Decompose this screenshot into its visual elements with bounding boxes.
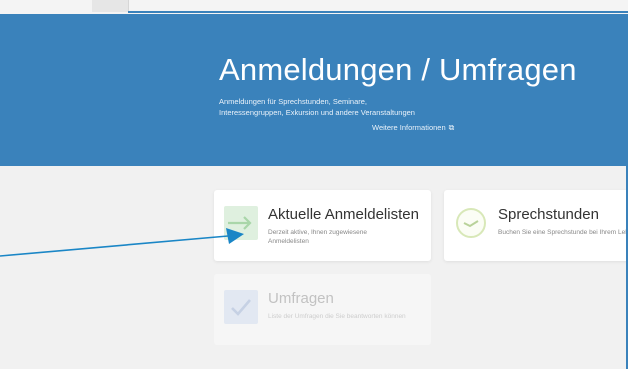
card-current-registration-lists[interactable]: Aktuelle Anmeldelisten Derzeit aktive, I… [214,190,431,261]
card-description: Buchen Sie eine Sprechstunde bei Ihrem L… [498,229,628,236]
card-office-hours[interactable]: Sprechstunden Buchen Sie eine Sprechstun… [444,190,628,261]
page-subtitle: Anmeldungen für Sprechstunden, Seminare,… [219,96,499,118]
page-title: Anmeldungen / Umfragen [219,52,577,87]
top-border-line [128,11,628,13]
more-info-link[interactable]: Weitere Informationen ⧉ [372,123,454,133]
clock-icon [456,208,486,238]
card-description: Liste der Umfragen die Sie beantworten k… [268,313,406,320]
subtitle-line-2: Interessengruppen, Exkursion und andere … [219,108,415,117]
annotation-arrow-line [0,235,229,257]
browser-tab[interactable] [92,0,129,12]
hero-banner: Anmeldungen / Umfragen Anmeldungen für S… [0,14,628,166]
card-title: Umfragen [268,290,334,307]
card-surveys[interactable]: Umfragen Liste der Umfragen die Sie bean… [214,274,431,345]
checkmark-icon [224,290,258,324]
subtitle-line-1: Anmeldungen für Sprechstunden, Seminare, [219,97,368,106]
card-description: Derzeit aktive, Ihnen zugewiesene Anmeld… [268,229,368,245]
more-info-label: Weitere Informationen [372,123,446,132]
arrow-right-icon [224,206,258,240]
top-strip [0,0,628,14]
card-title: Sprechstunden [498,206,599,223]
card-title: Aktuelle Anmeldelisten [268,206,419,223]
external-link-icon: ⧉ [448,123,455,132]
